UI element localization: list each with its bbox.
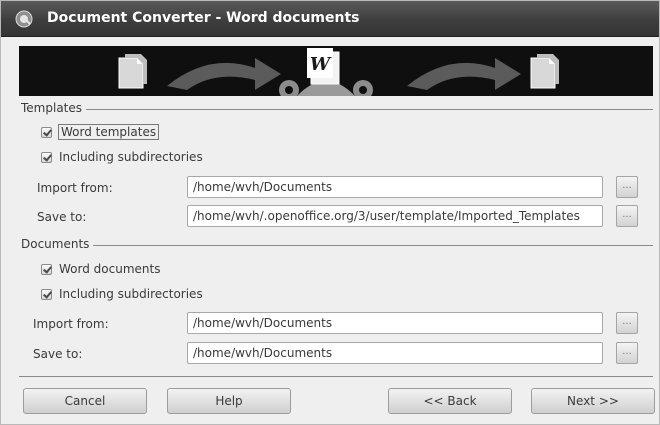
documents-subdirs-checkbox-row[interactable]: Including subdirectories — [41, 287, 203, 301]
templates-section-title: Templates — [21, 101, 87, 115]
cancel-button[interactable]: Cancel — [23, 388, 147, 414]
templates-save-browse-button[interactable]: ... — [616, 205, 638, 227]
wizard-banner: W — [19, 46, 653, 96]
documents-save-to-label: Save to: — [33, 347, 83, 361]
button-separator — [19, 376, 653, 377]
title-bar[interactable]: Document Converter - Word documents — [1, 1, 659, 37]
documents-subdirs-checkbox[interactable] — [41, 288, 52, 300]
document-converter-window: Document Converter - Word documents W Te… — [0, 0, 660, 425]
word-documents-checkbox[interactable] — [41, 263, 52, 275]
documents-section-line — [21, 245, 653, 246]
documents-import-from-field[interactable]: /home/wvh/Documents — [187, 312, 603, 334]
word-documents-checkbox-row[interactable]: Word documents — [41, 262, 160, 276]
word-templates-label[interactable]: Word templates — [57, 124, 160, 140]
window-title: Document Converter - Word documents — [47, 10, 360, 26]
next-button[interactable]: Next >> — [531, 388, 655, 414]
templates-subdirs-label[interactable]: Including subdirectories — [59, 150, 203, 164]
back-button[interactable]: << Back — [388, 388, 512, 414]
documents-import-from-label: Import from: — [33, 317, 109, 331]
source-document-icon — [118, 54, 147, 89]
svg-text:W: W — [310, 54, 332, 75]
templates-import-from-label: Import from: — [37, 181, 113, 195]
documents-save-to-field[interactable]: /home/wvh/Documents — [187, 342, 603, 364]
arrow-right-icon — [407, 58, 521, 90]
templates-subdirs-checkbox[interactable] — [41, 151, 52, 163]
templates-save-to-label: Save to: — [37, 210, 87, 224]
arrow-left-icon — [167, 58, 281, 90]
templates-import-browse-button[interactable]: ... — [616, 176, 638, 198]
word-templates-checkbox[interactable] — [41, 126, 52, 138]
documents-subdirs-label[interactable]: Including subdirectories — [59, 287, 203, 301]
documents-save-browse-button[interactable]: ... — [616, 342, 638, 364]
word-converter-icon: W — [279, 48, 373, 96]
templates-section-line — [21, 109, 653, 110]
help-button[interactable]: Help — [167, 388, 291, 414]
documents-import-browse-button[interactable]: ... — [616, 312, 638, 334]
documents-section-title: Documents — [21, 237, 94, 251]
app-icon — [15, 10, 33, 28]
target-document-icon — [530, 54, 559, 89]
templates-subdirs-checkbox-row[interactable]: Including subdirectories — [41, 150, 203, 164]
templates-save-to-field[interactable]: /home/wvh/.openoffice.org/3/user/templat… — [187, 205, 603, 227]
word-documents-label[interactable]: Word documents — [59, 262, 160, 276]
templates-import-from-field[interactable]: /home/wvh/Documents — [187, 176, 603, 198]
word-templates-checkbox-row[interactable]: Word templates — [41, 124, 160, 140]
